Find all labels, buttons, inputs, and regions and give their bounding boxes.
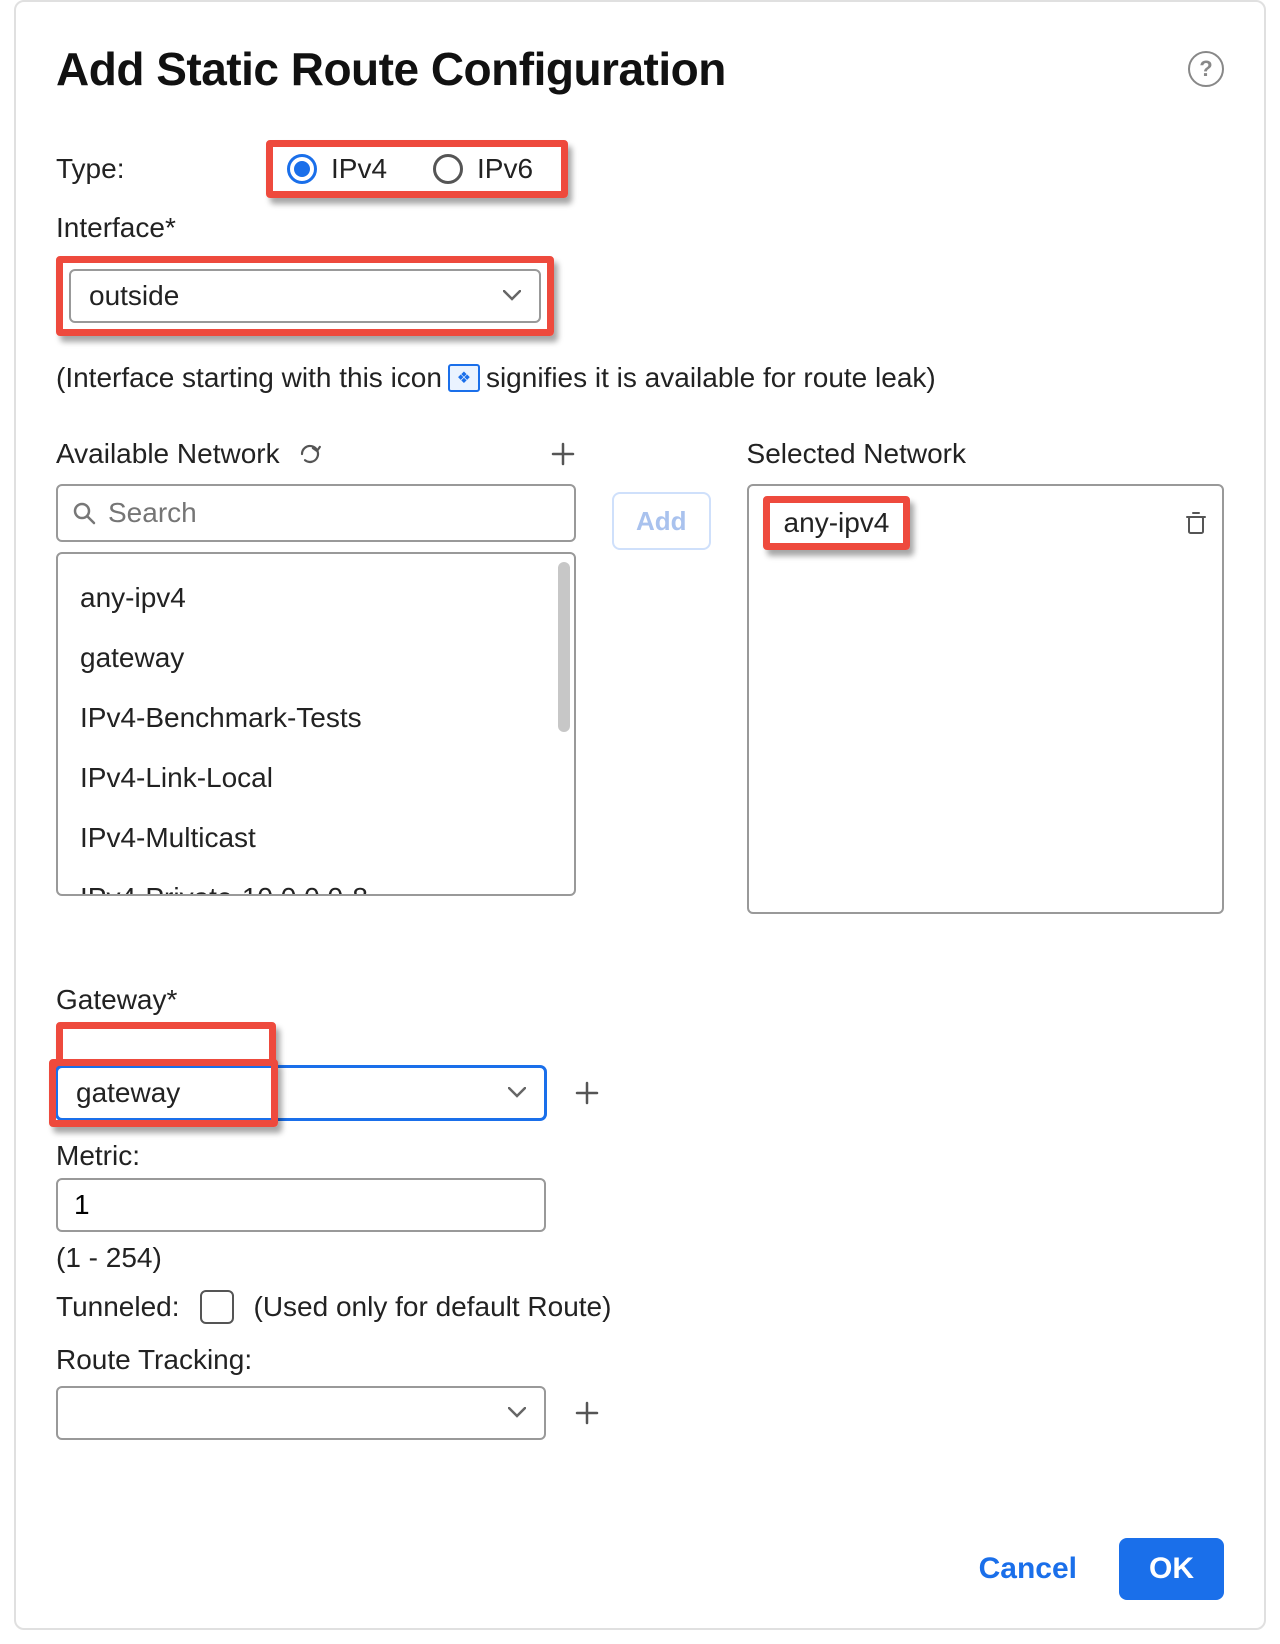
type-label: Type: xyxy=(56,153,266,185)
list-item[interactable]: IPv4-Link-Local xyxy=(76,748,556,808)
available-network-search[interactable] xyxy=(56,484,576,542)
tunneled-hint: (Used only for default Route) xyxy=(254,1291,612,1323)
chevron-down-icon xyxy=(508,1087,526,1099)
type-radio-ipv6-label: IPv6 xyxy=(477,153,533,185)
add-gateway-icon[interactable] xyxy=(574,1080,600,1106)
cancel-button[interactable]: Cancel xyxy=(979,1552,1077,1586)
available-network-list[interactable]: any-ipv4 gateway IPv4-Benchmark-Tests IP… xyxy=(56,552,576,896)
selected-network-list: any-ipv4 xyxy=(747,484,1224,914)
ok-button[interactable]: OK xyxy=(1119,1538,1224,1600)
list-item[interactable]: any-ipv4 xyxy=(76,568,556,628)
type-radio-group: IPv4 IPv6 xyxy=(266,140,568,198)
scrollbar[interactable] xyxy=(558,562,570,732)
list-item[interactable]: gateway xyxy=(76,628,556,688)
metric-input[interactable] xyxy=(56,1178,546,1232)
interface-select[interactable]: outside xyxy=(69,269,541,323)
chevron-down-icon xyxy=(503,290,521,302)
search-icon xyxy=(72,501,96,525)
add-button[interactable]: Add xyxy=(612,492,711,550)
type-radio-ipv6[interactable]: IPv6 xyxy=(433,153,533,185)
chevron-down-icon xyxy=(508,1407,526,1419)
selected-network-item[interactable]: any-ipv4 xyxy=(763,496,911,550)
available-network-label: Available Network xyxy=(56,438,280,470)
interface-hint: (Interface starting with this icon ❖ sig… xyxy=(56,362,1224,394)
tunneled-checkbox[interactable] xyxy=(200,1290,234,1324)
add-tracking-icon[interactable] xyxy=(574,1400,600,1426)
metric-label: Metric: xyxy=(56,1140,1224,1172)
list-item[interactable]: IPv4-Private-10.0.0.0-8 xyxy=(76,868,556,894)
add-network-icon[interactable] xyxy=(550,441,576,467)
tunneled-label: Tunneled: xyxy=(56,1291,180,1323)
gateway-select-value: gateway xyxy=(76,1077,180,1109)
gateway-label: Gateway* xyxy=(56,984,1224,1016)
selected-network-label: Selected Network xyxy=(747,438,966,470)
metric-hint: (1 - 254) xyxy=(56,1242,1224,1274)
route-tracking-label: Route Tracking: xyxy=(56,1344,1224,1376)
dialog-title: Add Static Route Configuration xyxy=(56,42,726,96)
route-tracking-select[interactable] xyxy=(56,1386,546,1440)
interface-label: Interface* xyxy=(56,212,1224,244)
interface-select-value: outside xyxy=(89,280,179,312)
gateway-select[interactable]: gateway xyxy=(56,1066,546,1120)
route-leak-icon: ❖ xyxy=(448,364,480,392)
help-icon[interactable]: ? xyxy=(1188,51,1224,87)
type-radio-ipv4[interactable]: IPv4 xyxy=(287,153,387,185)
list-item[interactable]: IPv4-Multicast xyxy=(76,808,556,868)
add-static-route-dialog: Add Static Route Configuration ? Type: I… xyxy=(14,0,1266,1630)
refresh-icon[interactable] xyxy=(298,442,322,466)
available-network-search-input[interactable] xyxy=(106,496,560,530)
type-radio-ipv4-label: IPv4 xyxy=(331,153,387,185)
trash-icon[interactable] xyxy=(1184,510,1208,536)
list-item[interactable]: IPv4-Benchmark-Tests xyxy=(76,688,556,748)
